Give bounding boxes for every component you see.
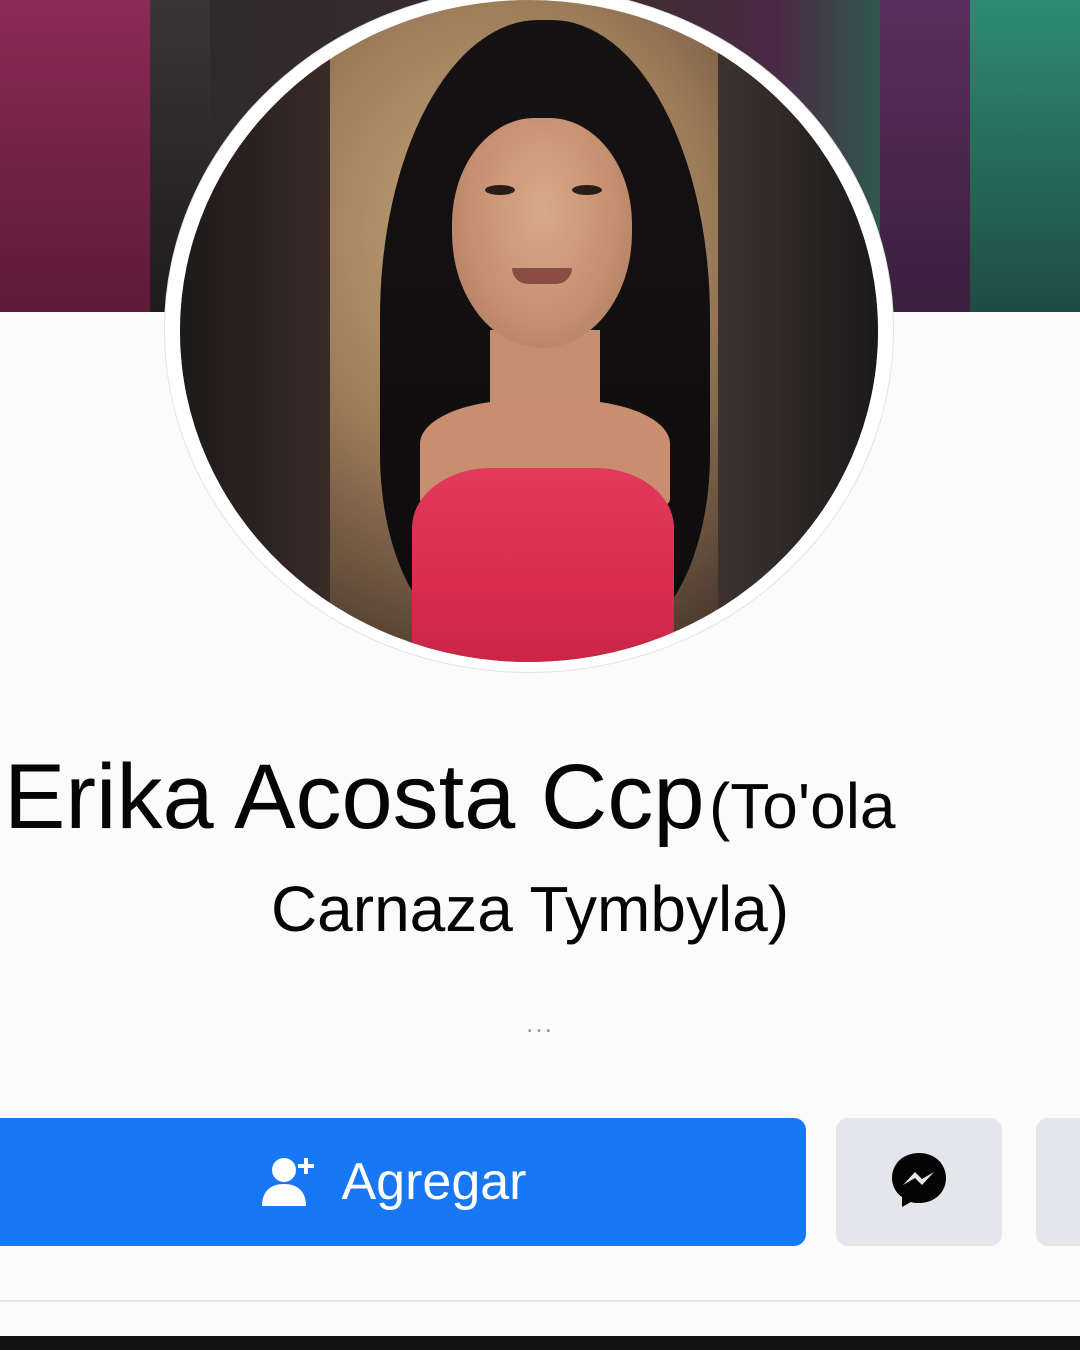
profile-alternate-name: (To'ola (708, 770, 896, 842)
photo-background (718, 0, 878, 662)
profile-picture[interactable] (180, 0, 878, 662)
profile-name: Erika Acosta Ccp (To'ola (4, 745, 1080, 850)
cover-photo-segment (0, 0, 150, 312)
photo-eye (485, 185, 515, 195)
more-options-button[interactable] (1036, 1118, 1080, 1246)
profile-name-main: Erika Acosta Ccp (4, 746, 705, 848)
add-person-icon (260, 1152, 320, 1212)
photo-red-top (412, 468, 674, 662)
photo-eye (572, 185, 602, 195)
more-info-indicator[interactable]: ... (0, 1008, 1080, 1039)
profile-alternate-name-continued: Carnaza Tymbyla) (270, 873, 790, 945)
photo-face (452, 118, 632, 348)
messenger-icon (888, 1149, 950, 1216)
bottom-edge-bar (0, 1336, 1080, 1350)
photo-background (180, 0, 330, 662)
add-friend-label: Agregar (341, 1153, 527, 1211)
cover-photo-segment (970, 0, 1080, 312)
add-friend-button[interactable]: Agregar (0, 1118, 806, 1246)
section-divider (0, 1300, 1080, 1302)
cover-photo-segment (880, 0, 970, 312)
message-button[interactable] (836, 1118, 1002, 1246)
photo-mouth (512, 268, 572, 284)
profile-page: Erika Acosta Ccp (To'ola Carnaza Tymbyla… (0, 0, 1080, 1350)
